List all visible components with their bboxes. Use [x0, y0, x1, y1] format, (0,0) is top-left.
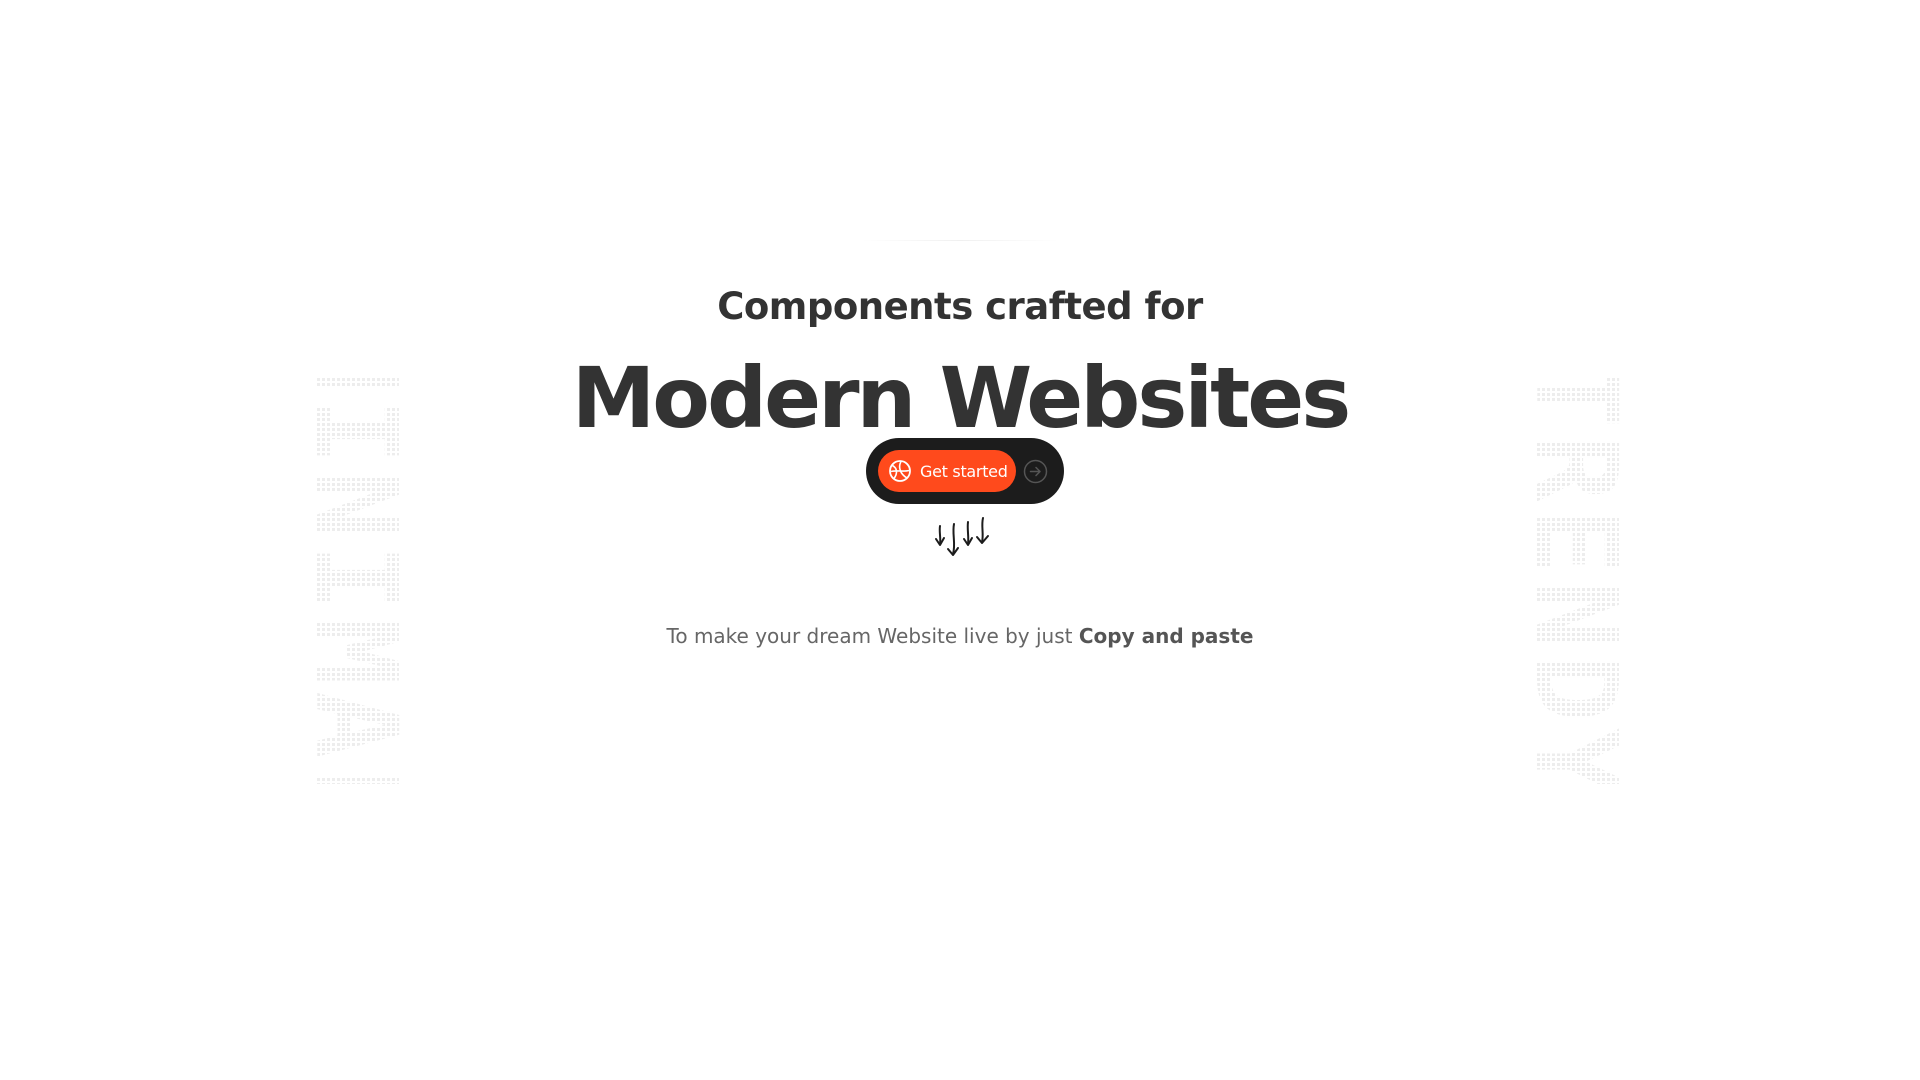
cta-pill: Get started: [866, 438, 1064, 504]
subline-text: To make your dream Website live by just: [666, 624, 1079, 648]
globe-icon: [889, 460, 911, 482]
arrow-right-circle-icon[interactable]: [1023, 459, 1048, 484]
subline-emphasis: Copy and paste: [1078, 624, 1254, 648]
hero-section: MINIMAL TRENDY Components crafted for Mo…: [0, 0, 1920, 1080]
get-started-button[interactable]: Get started: [878, 450, 1016, 492]
top-divider: [860, 240, 1060, 241]
hero-headline: Modern Websites: [571, 349, 1352, 448]
hand-drawn-down-arrows-icon: [935, 517, 989, 556]
hero-eyebrow: Components crafted for: [717, 284, 1203, 328]
hero-subline: To make your dream Website live by just …: [0, 624, 1920, 648]
get-started-label: Get started: [920, 461, 1008, 481]
